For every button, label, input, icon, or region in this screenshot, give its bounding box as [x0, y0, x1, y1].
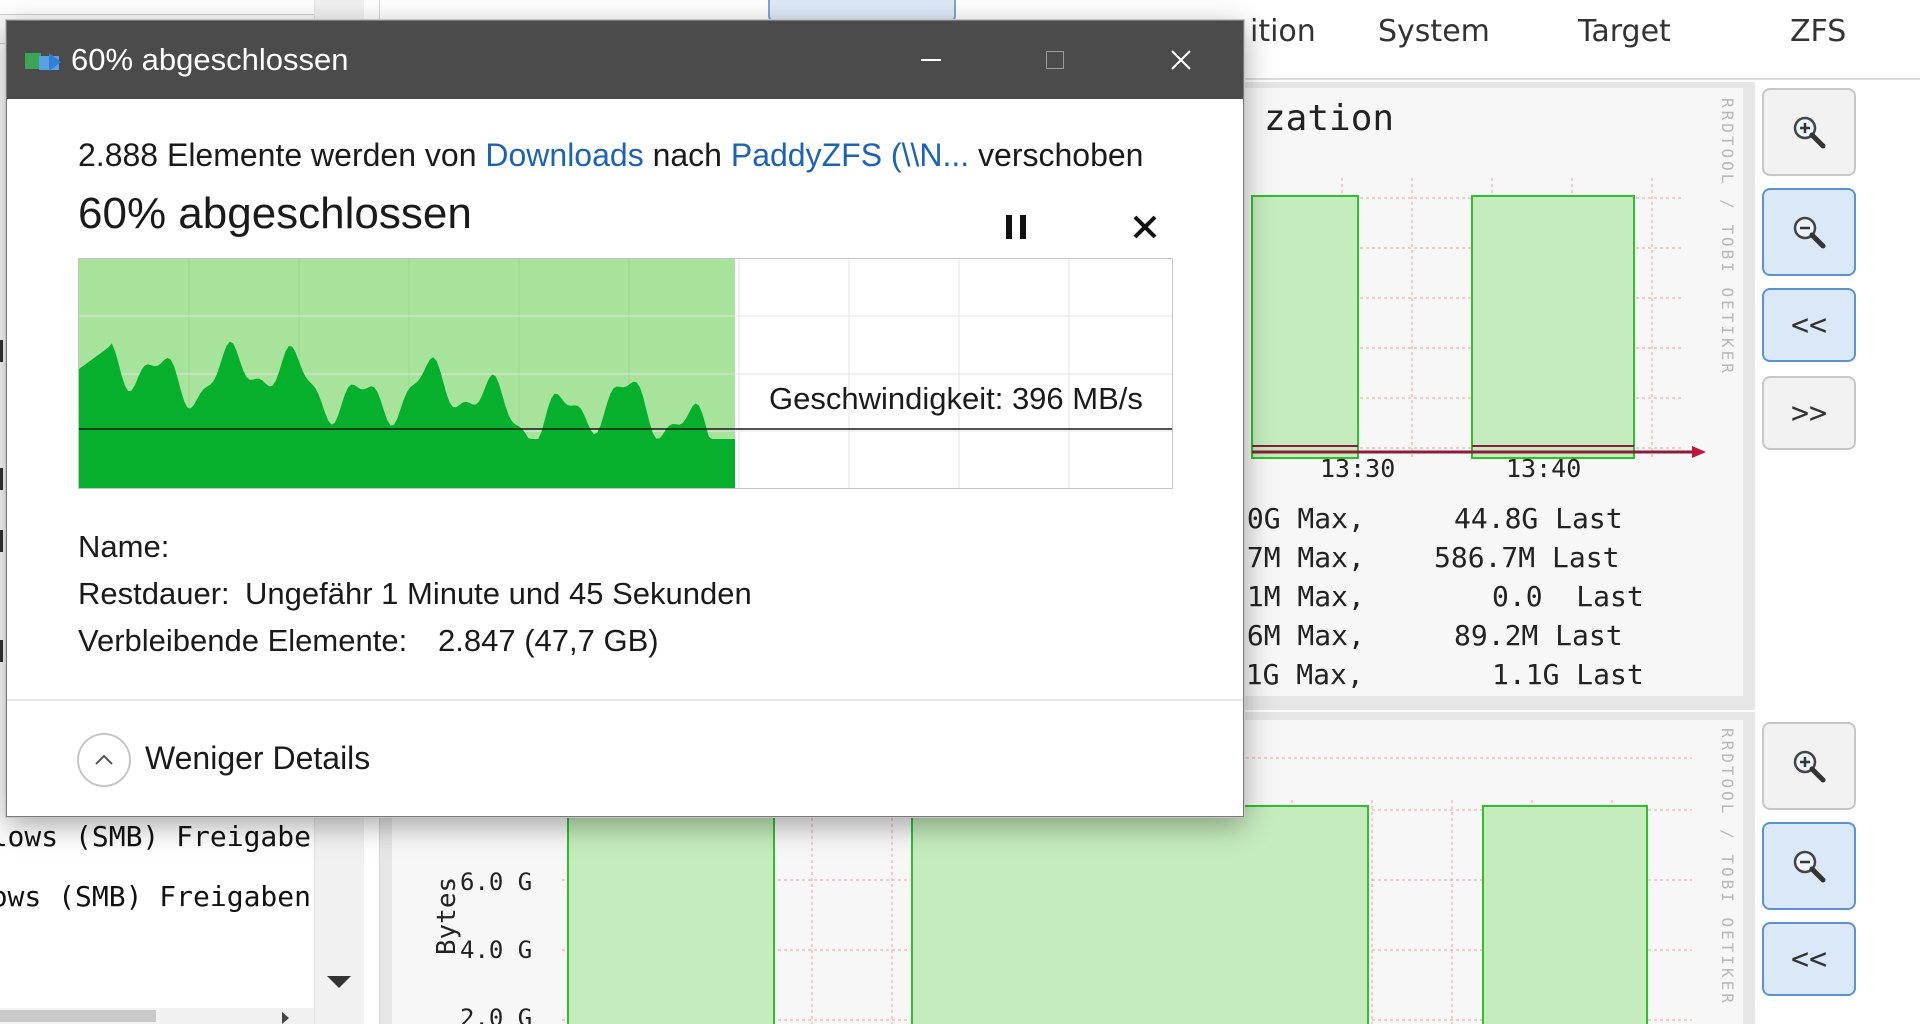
stat-max: .0G Max,: [1230, 502, 1365, 535]
stat-last: 89.2M Last: [1454, 619, 1623, 652]
stat-max: .6M Max,: [1230, 619, 1365, 652]
remaining-items-label: Verbleibende Elemente:: [78, 623, 408, 658]
less-details-button[interactable]: [77, 733, 131, 787]
transfer-suffix-text: verschoben: [969, 137, 1144, 173]
cancel-button[interactable]: [1125, 207, 1165, 247]
graph-1-bar: [1251, 195, 1359, 459]
scroll-down-arrow-icon[interactable]: [327, 976, 351, 988]
maximize-icon: [1046, 51, 1064, 69]
rrd-credit: RRDTOOL / TOBI OETIKER: [1718, 728, 1737, 1006]
stat-max: .7M Max,: [1230, 541, 1365, 574]
stat-last: 1.1G Last: [1492, 658, 1644, 691]
y-tick: 2.0 G: [460, 1004, 533, 1024]
remaining-items-value: 2.847 (47,7 GB): [438, 623, 659, 658]
graph-2-ylabel: Bytes: [432, 876, 462, 956]
less-details-label[interactable]: Weniger Details: [145, 740, 370, 777]
zoom-in-icon: [1793, 116, 1826, 149]
zoom-out-icon: [1793, 216, 1826, 249]
rrd-credit: RRDTOOL / TOBI OETIKER: [1718, 98, 1737, 376]
graph-1-bar: [1471, 195, 1635, 459]
file-move-dialog: 60% abgeschlossen 2.888 Elemente werden …: [6, 20, 1244, 817]
stat-last: 586.7M Last: [1434, 541, 1620, 574]
chevron-up-icon: [95, 754, 113, 765]
transfer-description: 2.888 Elemente werden von Downloads nach…: [78, 137, 1143, 174]
left-edge-mark: [0, 340, 3, 362]
scroll-back-button[interactable]: <<: [1762, 288, 1856, 362]
file-transfer-icon: [25, 53, 61, 71]
time-tick: 13:40: [1506, 454, 1582, 483]
transfer-speed-graph: Geschwindigkeit: 396 MB/s: [78, 258, 1173, 489]
horizontal-scrollbar[interactable]: [0, 1008, 314, 1024]
graph-2-bar: [1482, 805, 1648, 1024]
y-tick: 4.0 G: [460, 936, 533, 964]
remaining-time-label: Restdauer:: [78, 576, 230, 611]
scroll-forward-button[interactable]: >>: [1762, 376, 1856, 450]
y-tick: 6.0 G: [460, 868, 533, 896]
zoom-in-button[interactable]: [1762, 722, 1856, 810]
close-button[interactable]: [1141, 21, 1221, 99]
dialog-divider: [7, 699, 1243, 701]
close-icon: [1171, 50, 1191, 70]
graph-2-bar: [567, 805, 775, 1024]
scroll-right-arrow-icon[interactable]: [282, 1012, 289, 1024]
cancel-icon: [1133, 215, 1157, 239]
share-list-item[interactable]: ows (SMB) Freigaben: [0, 880, 311, 913]
stat-last: 0.0 Last: [1492, 580, 1644, 613]
dialog-title: 60% abgeschlossen: [71, 42, 349, 77]
stat-last: 44.8G Last: [1454, 502, 1623, 535]
remaining-time-value: Ungefähr 1 Minute und 45 Sekunden: [245, 576, 752, 611]
nav-item-partial[interactable]: ition: [1250, 14, 1316, 49]
nav-item-system[interactable]: System: [1378, 14, 1490, 49]
share-list-item[interactable]: lows (SMB) Freigabe: [0, 820, 311, 853]
transfer-middle-text: nach: [643, 137, 731, 173]
left-edge-mark: [0, 530, 3, 552]
zoom-in-button[interactable]: [1762, 88, 1856, 176]
pause-icon: [1006, 215, 1012, 239]
nav-item-zfs[interactable]: ZFS: [1790, 14, 1846, 49]
nav-item-target[interactable]: Target: [1578, 14, 1671, 49]
transfer-count-text: 2.888 Elemente werden von: [78, 137, 486, 173]
active-nav-tab[interactable]: [768, 0, 956, 22]
name-label: Name:: [78, 529, 170, 564]
zoom-out-button[interactable]: [1762, 822, 1856, 910]
zoom-out-button[interactable]: [1762, 188, 1856, 276]
zoom-in-icon: [1793, 750, 1826, 783]
speed-label: Geschwindigkeit: 396 MB/s: [769, 381, 1143, 416]
zoom-out-icon: [1793, 850, 1826, 883]
time-tick: 13:30: [1320, 454, 1396, 483]
progress-status: 60% abgeschlossen: [78, 189, 472, 238]
speed-graph-plot: [79, 259, 1172, 488]
scroll-back-button[interactable]: <<: [1762, 922, 1856, 996]
graph-2-bar: [911, 805, 1369, 1024]
left-edge-mark: [0, 468, 3, 490]
dialog-titlebar[interactable]: 60% abgeschlossen: [7, 21, 1243, 99]
source-folder-link[interactable]: Downloads: [485, 137, 643, 173]
stat-max: .1M Max,: [1230, 580, 1365, 613]
pause-button[interactable]: [999, 209, 1033, 245]
minimize-button[interactable]: [891, 21, 971, 99]
minimize-icon: [921, 59, 941, 61]
left-edge-mark: [0, 640, 3, 662]
maximize-button: [1015, 21, 1095, 99]
scrollbar-thumb[interactable]: [0, 1010, 156, 1022]
target-folder-link[interactable]: PaddyZFS (\\N...: [731, 137, 969, 173]
